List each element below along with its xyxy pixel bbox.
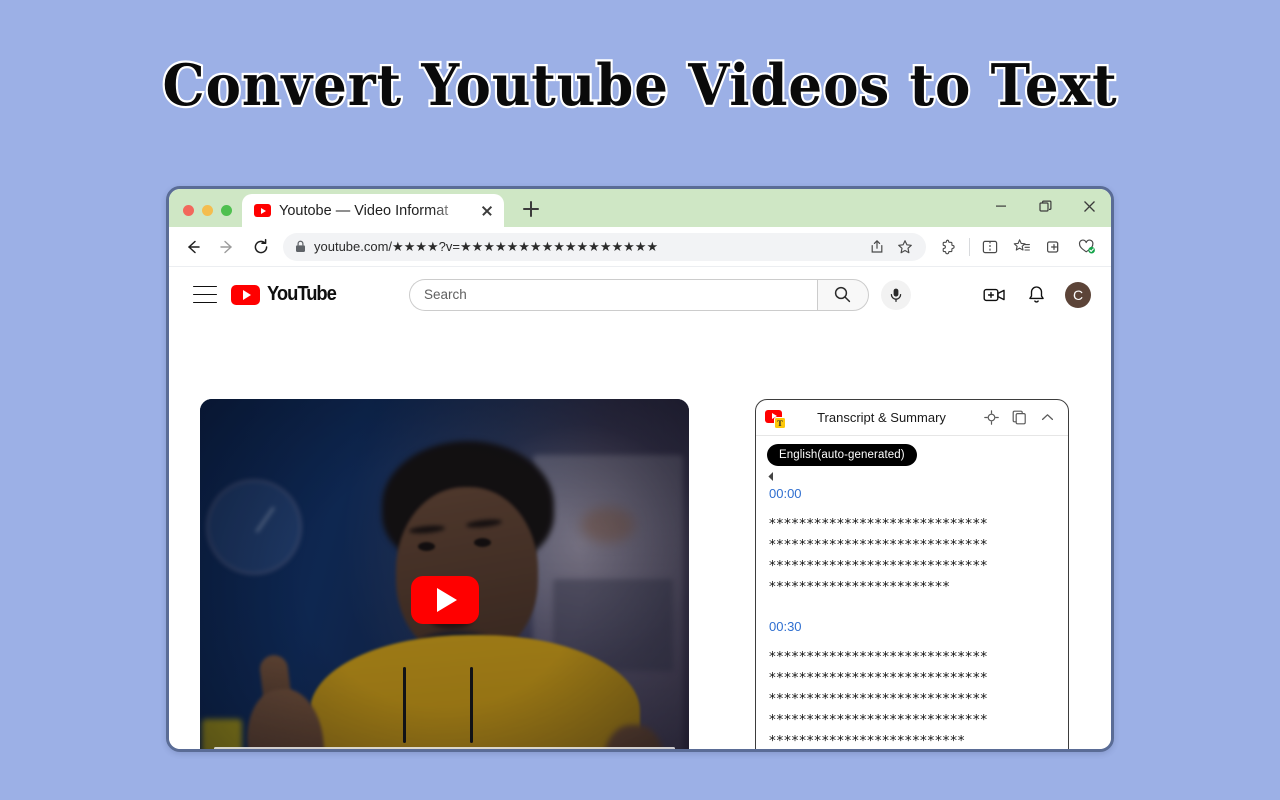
avatar[interactable]: C	[1065, 281, 1091, 308]
favorite-star-icon[interactable]	[892, 235, 918, 259]
copy-icon[interactable]	[1008, 407, 1030, 429]
transcript-segment: 00:00 ***************************** ****…	[769, 486, 1058, 598]
timestamp[interactable]: 00:30	[769, 619, 1058, 634]
omnibox-actions	[864, 235, 918, 259]
url-bar[interactable]: youtube.com/★★★★?v=★★★★★★★★★★★★★★★★★	[283, 232, 926, 261]
youtube-page: YouTube Search C T Transcript & Summary …	[169, 267, 1111, 749]
window-controls	[979, 189, 1111, 227]
collapse-chevron-up-icon[interactable]	[1036, 407, 1058, 429]
timestamp[interactable]: 00:00	[769, 486, 1058, 501]
minimize-button[interactable]	[979, 191, 1023, 221]
back-arrow-icon[interactable]	[177, 231, 209, 263]
transcript-line: *****************************	[769, 649, 988, 665]
transcript-extension-icon: T	[765, 408, 786, 429]
tab-strip: Youtobe — Video Informat	[169, 189, 1111, 227]
extensions-icon[interactable]	[934, 232, 964, 262]
restore-button[interactable]	[1023, 191, 1067, 221]
transcript-line: *****************************	[769, 670, 988, 686]
banner-title: Convert Youtube Videos to Text	[160, 50, 1118, 122]
transcript-line: *****************************	[769, 712, 988, 728]
new-tab-button[interactable]	[516, 194, 546, 224]
youtube-logo-play-icon	[231, 284, 260, 305]
browser-essentials-icon[interactable]	[1071, 232, 1101, 262]
browser-tab[interactable]: Youtobe — Video Informat	[242, 194, 504, 227]
add-collection-icon[interactable]	[1039, 232, 1069, 262]
youtube-favicon-icon	[254, 204, 271, 217]
transcript-line: *****************************	[769, 516, 988, 532]
extension-badge-letter: T	[774, 416, 786, 429]
maximize-window-dot[interactable]	[221, 205, 232, 216]
share-icon[interactable]	[864, 235, 890, 259]
transcript-line: ************************	[769, 579, 951, 595]
player-controls	[200, 739, 689, 749]
close-window-dot[interactable]	[183, 205, 194, 216]
transcript-panel-header: T Transcript & Summary	[756, 400, 1068, 436]
notifications-bell-icon[interactable]	[1023, 282, 1049, 308]
hamburger-menu-icon[interactable]	[193, 285, 217, 304]
lock-icon	[295, 240, 306, 253]
youtube-header-actions: C	[981, 281, 1091, 308]
transcript-line: *****************************	[769, 558, 988, 574]
transcript-panel: T Transcript & Summary English(auto-gene…	[755, 399, 1069, 749]
address-bar: youtube.com/★★★★?v=★★★★★★★★★★★★★★★★★	[169, 227, 1111, 267]
transcript-line: *****************************	[769, 691, 988, 707]
youtube-header: YouTube Search C	[169, 267, 1111, 322]
progress-bar[interactable]	[214, 747, 675, 749]
close-icon[interactable]	[478, 202, 496, 220]
page-banner: Convert Youtube Videos to Text	[0, 50, 1280, 122]
scroll-left-arrow[interactable]	[756, 466, 1068, 482]
transcript-body[interactable]: 00:00 ***************************** ****…	[756, 482, 1068, 749]
search-icon[interactable]	[816, 278, 869, 311]
url-text: youtube.com/★★★★?v=★★★★★★★★★★★★★★★★★	[314, 238, 659, 254]
transcript-line: *****************************	[769, 537, 988, 553]
youtube-logo[interactable]: YouTube	[231, 283, 339, 306]
panel-title: Transcript & Summary	[817, 410, 946, 425]
traffic-lights	[169, 205, 242, 227]
collections-icon[interactable]	[1007, 232, 1037, 262]
language-pill[interactable]: English(auto-generated)	[767, 444, 917, 466]
language-row: English(auto-generated)	[756, 436, 1068, 466]
browser-window: Youtobe — Video Informat youtube.com/★★★…	[166, 186, 1114, 752]
toolbar-divider	[969, 237, 970, 256]
voice-search-icon[interactable]	[880, 279, 911, 310]
reload-icon[interactable]	[245, 231, 277, 263]
youtube-logo-text: YouTube	[266, 283, 337, 305]
transcript-line: **************************	[769, 733, 966, 749]
minimize-window-dot[interactable]	[202, 205, 213, 216]
target-icon[interactable]	[980, 407, 1002, 429]
split-screen-icon[interactable]	[975, 232, 1005, 262]
search-input[interactable]: Search	[408, 278, 817, 311]
forward-arrow-icon[interactable]	[211, 231, 243, 263]
tab-title: Youtobe — Video Informat	[279, 202, 449, 219]
close-button[interactable]	[1067, 191, 1111, 221]
search-box: Search	[408, 278, 869, 311]
youtube-play-button[interactable]	[410, 576, 479, 624]
transcript-segment: 00:30 ***************************** ****…	[769, 619, 1058, 749]
create-video-icon[interactable]	[981, 282, 1007, 308]
youtube-search-area: Search	[339, 278, 981, 311]
video-player[interactable]	[200, 399, 689, 749]
